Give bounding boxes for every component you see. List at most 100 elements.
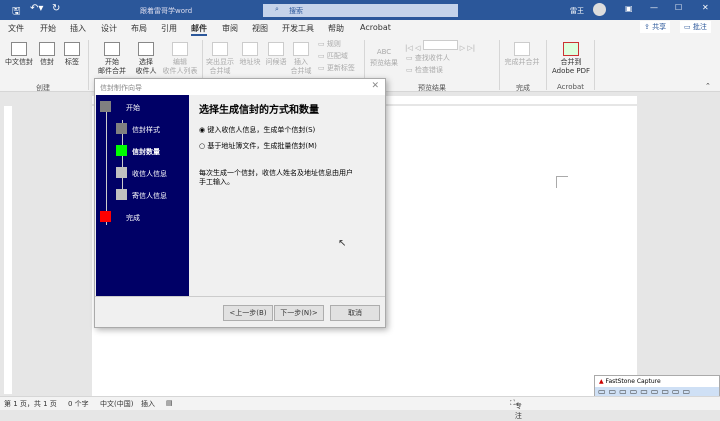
share-label: 共享 xyxy=(652,23,667,31)
step-marker xyxy=(116,189,127,200)
tab-review[interactable]: 审阅 xyxy=(222,23,238,34)
step-label: 开始 xyxy=(126,104,140,112)
tab-home[interactable]: 开始 xyxy=(40,23,56,34)
tab-view[interactable]: 视图 xyxy=(252,23,268,34)
page-count[interactable]: 第 1 页，共 1 页 xyxy=(4,399,57,409)
mail-merge-icon xyxy=(104,42,120,56)
radio-single[interactable]: ◉ xyxy=(199,126,205,134)
finish-merge-button[interactable]: 完成并合并 xyxy=(502,42,542,67)
tab-design[interactable]: 设计 xyxy=(101,23,117,34)
tab-help[interactable]: 帮助 xyxy=(328,23,344,34)
title-bar: 🖫 ↶▾ ↻ 跟着雷哥学word ⌕ 搜索 雷王 ▣ — ☐ ✕ xyxy=(0,0,720,20)
tab-file[interactable]: 文件 xyxy=(8,23,24,34)
envelope-button[interactable]: 信封 xyxy=(36,42,58,67)
step-marker xyxy=(116,145,127,156)
label: 插入 合并域 xyxy=(290,58,312,75)
minimize-button[interactable]: — xyxy=(650,3,658,12)
option-batch-envelope[interactable]: ○ 基于地址簿文件，生成批量信封(M) xyxy=(199,141,317,151)
faststone-title: FastStone Capture xyxy=(605,378,661,385)
group-finish-label: 完成 xyxy=(516,84,530,92)
redo-icon[interactable]: ↻ xyxy=(52,3,60,14)
save-icon[interactable]: 🖫 xyxy=(12,4,21,21)
match-fields-button[interactable]: ▭ 匹配域 xyxy=(318,52,348,61)
label: 更新标签 xyxy=(326,64,355,72)
comment-label: 批注 xyxy=(692,23,707,31)
update-labels-button[interactable]: ▭ 更新标签 xyxy=(318,64,355,73)
highlight-merge-fields-button[interactable]: 突出显示 合并域 xyxy=(204,42,236,76)
tab-developer[interactable]: 开发工具 xyxy=(282,23,314,34)
vertical-ruler[interactable] xyxy=(4,106,12,394)
label: 完成并合并 xyxy=(504,58,540,66)
insert-field-icon xyxy=(293,42,309,56)
word-count[interactable]: 0 个字 xyxy=(68,399,89,409)
select-recipients-button[interactable]: 选择 收件人 xyxy=(130,42,162,76)
record-navigation[interactable]: |◁ ◁ ▷ ▷| xyxy=(405,40,475,53)
tab-mailings[interactable]: 邮件 xyxy=(191,23,207,36)
close-button[interactable]: ✕ xyxy=(702,3,709,12)
search-box[interactable]: ⌕ 搜索 xyxy=(263,4,458,17)
preview-results-button[interactable]: ABC 预览结果 xyxy=(368,42,400,68)
ribbon-display-icon[interactable]: ▣ xyxy=(625,4,633,13)
document-title: 跟着雷哥学word xyxy=(140,7,193,15)
divider xyxy=(594,40,595,90)
address-block-button[interactable]: 地址块 xyxy=(237,42,263,67)
share-button[interactable]: ⇪ 共享 xyxy=(640,21,671,33)
record-input[interactable] xyxy=(422,40,458,50)
step-label: 收信人信息 xyxy=(132,170,167,178)
undo-icon[interactable]: ↶▾ xyxy=(30,3,43,14)
label: 匹配域 xyxy=(326,52,348,60)
collapse-ribbon-icon[interactable]: ⌃ xyxy=(705,82,711,90)
insert-mode[interactable]: 插入 xyxy=(141,399,155,409)
user-name[interactable]: 雷王 xyxy=(570,6,584,16)
focus-mode-button[interactable]: ⛶ 专注 xyxy=(510,399,522,420)
label: 问候语 xyxy=(265,58,287,66)
tab-layout[interactable]: 布局 xyxy=(131,23,147,34)
start-mail-merge-button[interactable]: 开始 邮件合并 xyxy=(92,42,132,76)
next-button[interactable]: 下一步(N)> xyxy=(274,305,324,321)
recipients-icon xyxy=(138,42,154,56)
step-marker xyxy=(100,211,111,222)
label: 预览结果 xyxy=(370,59,398,67)
maximize-button[interactable]: ☐ xyxy=(675,3,682,12)
label: 合并到 Adobe PDF xyxy=(551,58,590,75)
search-icon: ⌕ xyxy=(275,5,279,13)
label: 中文信封 xyxy=(5,58,33,66)
cancel-button[interactable]: 取消 xyxy=(330,305,380,321)
envelope-icon xyxy=(11,42,27,56)
edit-recipient-list-button[interactable]: 编辑 收件人列表 xyxy=(160,42,200,76)
option-label: 键入收信人信息，生成单个信封(S) xyxy=(207,126,316,134)
tab-acrobat[interactable]: Acrobat xyxy=(360,23,391,32)
edit-list-icon xyxy=(172,42,188,56)
macro-icon[interactable]: ▤ xyxy=(166,399,173,407)
dialog-close-button[interactable]: ✕ xyxy=(371,81,379,91)
find-recipient-button[interactable]: ▭ 查找收件人 xyxy=(406,54,450,63)
radio-batch[interactable]: ○ xyxy=(199,142,205,150)
step-label: 寄信人信息 xyxy=(132,192,167,200)
label: 查找收件人 xyxy=(414,54,450,62)
search-placeholder: 搜索 xyxy=(289,7,303,15)
step-marker xyxy=(100,101,111,112)
labels-button[interactable]: 标签 xyxy=(62,42,82,67)
tab-references[interactable]: 引用 xyxy=(161,23,177,34)
step-marker xyxy=(116,123,127,134)
step-label: 信封数量 xyxy=(132,148,160,156)
prev-button[interactable]: <上一步(B) xyxy=(223,305,273,321)
rules-button[interactable]: ▭ 规则 xyxy=(318,40,341,49)
description: 每次生成一个信封，收信人姓名及地址信息由用户手工输入。 xyxy=(199,169,353,186)
dialog-title-text: 信封制作向导 xyxy=(100,84,142,92)
tab-insert[interactable]: 插入 xyxy=(70,23,86,34)
envelope-icon xyxy=(39,42,55,56)
label: 标签 xyxy=(65,58,79,66)
language[interactable]: 中文(中国) xyxy=(100,399,133,409)
label: 选择 收件人 xyxy=(135,58,157,75)
check-errors-button[interactable]: ▭ 检查错误 xyxy=(406,66,443,75)
step-marker xyxy=(116,167,127,178)
chinese-envelope-button[interactable]: 中文信封 xyxy=(4,42,34,67)
finish-icon xyxy=(514,42,530,56)
merge-to-pdf-button[interactable]: 合并到 Adobe PDF xyxy=(550,42,592,76)
label: 规则 xyxy=(326,40,341,48)
insert-merge-field-button[interactable]: 插入 合并域 xyxy=(286,42,316,76)
avatar[interactable] xyxy=(593,3,606,16)
option-single-envelope[interactable]: ◉ 键入收信人信息，生成单个信封(S) xyxy=(199,125,315,135)
comment-button[interactable]: ▭ 批注 xyxy=(680,21,711,33)
